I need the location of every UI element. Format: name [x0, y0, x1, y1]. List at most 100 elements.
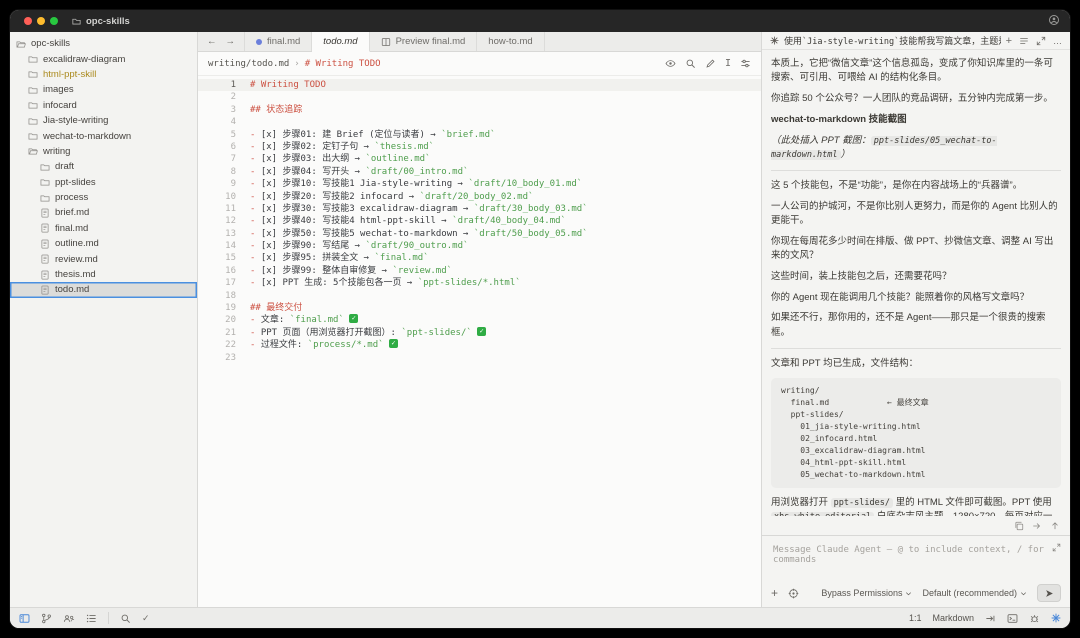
sidebar-item-ppt-slides[interactable]: ppt-slides: [10, 175, 197, 190]
send-button[interactable]: [1037, 584, 1061, 602]
editor-line[interactable]: 15- [x] 步骤95: 拼装全文 → `final.md`: [198, 252, 761, 264]
tab-final-md[interactable]: final.md: [245, 32, 312, 51]
editor-line[interactable]: 6- [x] 步骤02: 定钉子句 → `thesis.md`: [198, 141, 761, 153]
editor-line[interactable]: 17- [x] PPT 生成: 5个技能包各一页 → `ppt-slides/*…: [198, 277, 761, 289]
sidebar-item-images[interactable]: images: [10, 82, 197, 97]
token-text: [x] 步骤95: 拼装全文 →: [261, 253, 375, 263]
project-panel-toggle-icon[interactable]: [19, 613, 30, 624]
folder-icon: [28, 85, 38, 95]
editor-line[interactable]: 8- [x] 步骤04: 写开头 → `draft/00_intro.md`: [198, 166, 761, 178]
agent-message-editor[interactable]: + Bypass Permissions Default (recommende…: [762, 535, 1070, 607]
editor-line[interactable]: 11- [x] 步骤30: 写技能3 excalidraw-diagram → …: [198, 203, 761, 215]
sidebar-item-excalidraw-diagram[interactable]: excalidraw-diagram: [10, 51, 197, 66]
add-context-icon[interactable]: +: [771, 586, 778, 600]
editor-controls-icon[interactable]: [740, 58, 751, 69]
retry-icon[interactable]: [1032, 521, 1042, 531]
editor-line[interactable]: 21- PPT 页面（用浏览器打开截图）: `ppt-slides/` ✓: [198, 327, 761, 339]
tab-todo-md[interactable]: todo.md: [312, 32, 369, 52]
editor-line[interactable]: 4: [198, 116, 761, 128]
text-cursor-icon[interactable]: I: [725, 58, 731, 69]
response-paragraph: 文章和 PPT 均已生成，文件结构：: [771, 357, 1061, 371]
editor-line[interactable]: 18: [198, 290, 761, 302]
sidebar-item-process[interactable]: process: [10, 190, 197, 205]
close-window-button[interactable]: [24, 17, 32, 25]
thread-history-icon[interactable]: [1019, 36, 1029, 46]
buffer-search-icon[interactable]: [685, 58, 696, 69]
preview-toggle-icon[interactable]: [665, 58, 676, 69]
editor-line[interactable]: 5- [x] 步骤01: 建 Brief (定位与读者) → `brief.md…: [198, 129, 761, 141]
editor-line[interactable]: 1# Writing TODO: [198, 79, 761, 91]
new-thread-icon[interactable]: +: [1006, 35, 1012, 47]
sidebar-item-jia-style-writing[interactable]: Jia-style-writing: [10, 113, 197, 128]
expand-input-icon[interactable]: [1052, 543, 1061, 552]
nav-forward-icon[interactable]: →: [226, 36, 236, 47]
language-selector[interactable]: Markdown: [932, 613, 974, 623]
breadcrumb-path[interactable]: writing/todo.md: [208, 59, 289, 69]
nav-back-icon[interactable]: ←: [207, 36, 217, 47]
agent-message-input[interactable]: [771, 543, 1061, 576]
settings-icon[interactable]: [788, 588, 799, 599]
editor-line[interactable]: 19## 最终交付: [198, 302, 761, 314]
editor-line[interactable]: 12- [x] 步骤40: 写技能4 html-ppt-skill → `dra…: [198, 215, 761, 227]
editor-line[interactable]: 13- [x] 步骤50: 写技能5 wechat-to-markdown → …: [198, 228, 761, 240]
project-title[interactable]: opc-skills: [72, 16, 130, 27]
app-window: opc-skills opc-skillsexcalidraw-diagramh…: [10, 10, 1070, 628]
editor-line[interactable]: 14- [x] 步骤90: 写结尾 → `draft/90_outro.md`: [198, 240, 761, 252]
editor-line[interactable]: 3## 状态追踪: [198, 104, 761, 116]
line-ending-icon[interactable]: [985, 613, 996, 624]
editor-line[interactable]: 9- [x] 步骤10: 写技能1 Jia-style-writing → `d…: [198, 178, 761, 190]
project-panel[interactable]: opc-skillsexcalidraw-diagramhtml-ppt-ski…: [10, 32, 198, 607]
editor-line[interactable]: 20- 文章: `final.md` ✓: [198, 314, 761, 326]
terminal-panel-icon[interactable]: [1007, 613, 1018, 624]
outline-icon[interactable]: [86, 613, 97, 624]
minimize-window-button[interactable]: [37, 17, 45, 25]
copy-icon[interactable]: [1014, 521, 1024, 531]
more-options-icon[interactable]: …: [1053, 36, 1062, 46]
sidebar-item-html-ppt-skill[interactable]: html-ppt-skill: [10, 67, 197, 82]
sidebar-item-infocard[interactable]: infocard: [10, 98, 197, 113]
model-dropdown[interactable]: Default (recommended): [922, 588, 1027, 598]
editor-line[interactable]: 10- [x] 步骤20: 写技能2 infocard → `draft/20_…: [198, 191, 761, 203]
sidebar-item-outline-md[interactable]: outline.md: [10, 236, 197, 251]
cursor-position[interactable]: 1:1: [909, 613, 922, 623]
search-icon[interactable]: [120, 613, 131, 624]
editor-line[interactable]: 2: [198, 91, 761, 103]
line-number: 21: [198, 327, 236, 339]
diagnostics-check-icon[interactable]: ✓: [142, 613, 150, 624]
sidebar-item-opc-skills[interactable]: opc-skills: [10, 36, 197, 51]
sidebar-item-wechat-to-markdown[interactable]: wechat-to-markdown: [10, 128, 197, 143]
token-mark: -: [250, 130, 261, 140]
line-number: 11: [198, 203, 236, 215]
sidebar-item-final-md[interactable]: final.md: [10, 221, 197, 236]
breadcrumb-symbol[interactable]: # Writing TODO: [305, 59, 381, 69]
sidebar-item-brief-md[interactable]: brief.md: [10, 205, 197, 220]
agent-thread-header[interactable]: 使用`Jia-style-writing`技能帮我写篇文章，主题是“一人公司 +…: [762, 32, 1070, 50]
zoom-window-button[interactable]: [50, 17, 58, 25]
breadcrumb[interactable]: writing/todo.md › # Writing TODO I: [198, 52, 761, 76]
sidebar-item-writing[interactable]: writing: [10, 144, 197, 159]
tab-preview-final-md[interactable]: Preview final.md: [370, 32, 478, 51]
git-branch-icon[interactable]: [41, 613, 52, 624]
editor-buffer[interactable]: 1# Writing TODO23## 状态追踪45- [x] 步骤01: 建 …: [198, 76, 761, 607]
checkmark-emoji: ✓: [389, 339, 398, 348]
token-code: `draft/50_body_05.md`: [474, 229, 588, 239]
sidebar-item-review-md[interactable]: review.md: [10, 251, 197, 266]
debug-icon[interactable]: [1029, 613, 1040, 624]
line-content: - [x] 步骤01: 建 Brief (定位与读者) → `brief.md`: [236, 129, 495, 141]
sidebar-item-draft[interactable]: draft: [10, 159, 197, 174]
editor-line[interactable]: 22- 过程文件: `process/*.md` ✓: [198, 339, 761, 351]
scroll-to-top-icon[interactable]: [1050, 521, 1060, 531]
editor-line[interactable]: 23: [198, 352, 761, 364]
inline-assist-icon[interactable]: [705, 58, 716, 69]
editor-line[interactable]: 16- [x] 步骤99: 整体自审修复 → `review.md`: [198, 265, 761, 277]
sidebar-item-todo-md[interactable]: todo.md: [10, 282, 197, 297]
account-icon[interactable]: [1048, 14, 1060, 26]
tab-how-to-md[interactable]: how-to.md: [477, 32, 544, 51]
collab-icon[interactable]: [63, 613, 75, 624]
sidebar-item-thesis-md[interactable]: thesis.md: [10, 267, 197, 282]
agent-panel-toggle-icon[interactable]: [1051, 613, 1061, 623]
permissions-dropdown[interactable]: Bypass Permissions: [821, 588, 912, 598]
expand-panel-icon[interactable]: [1036, 36, 1046, 46]
editor-line[interactable]: 7- [x] 步骤03: 出大纲 → `outline.md`: [198, 153, 761, 165]
line-number: 12: [198, 215, 236, 227]
